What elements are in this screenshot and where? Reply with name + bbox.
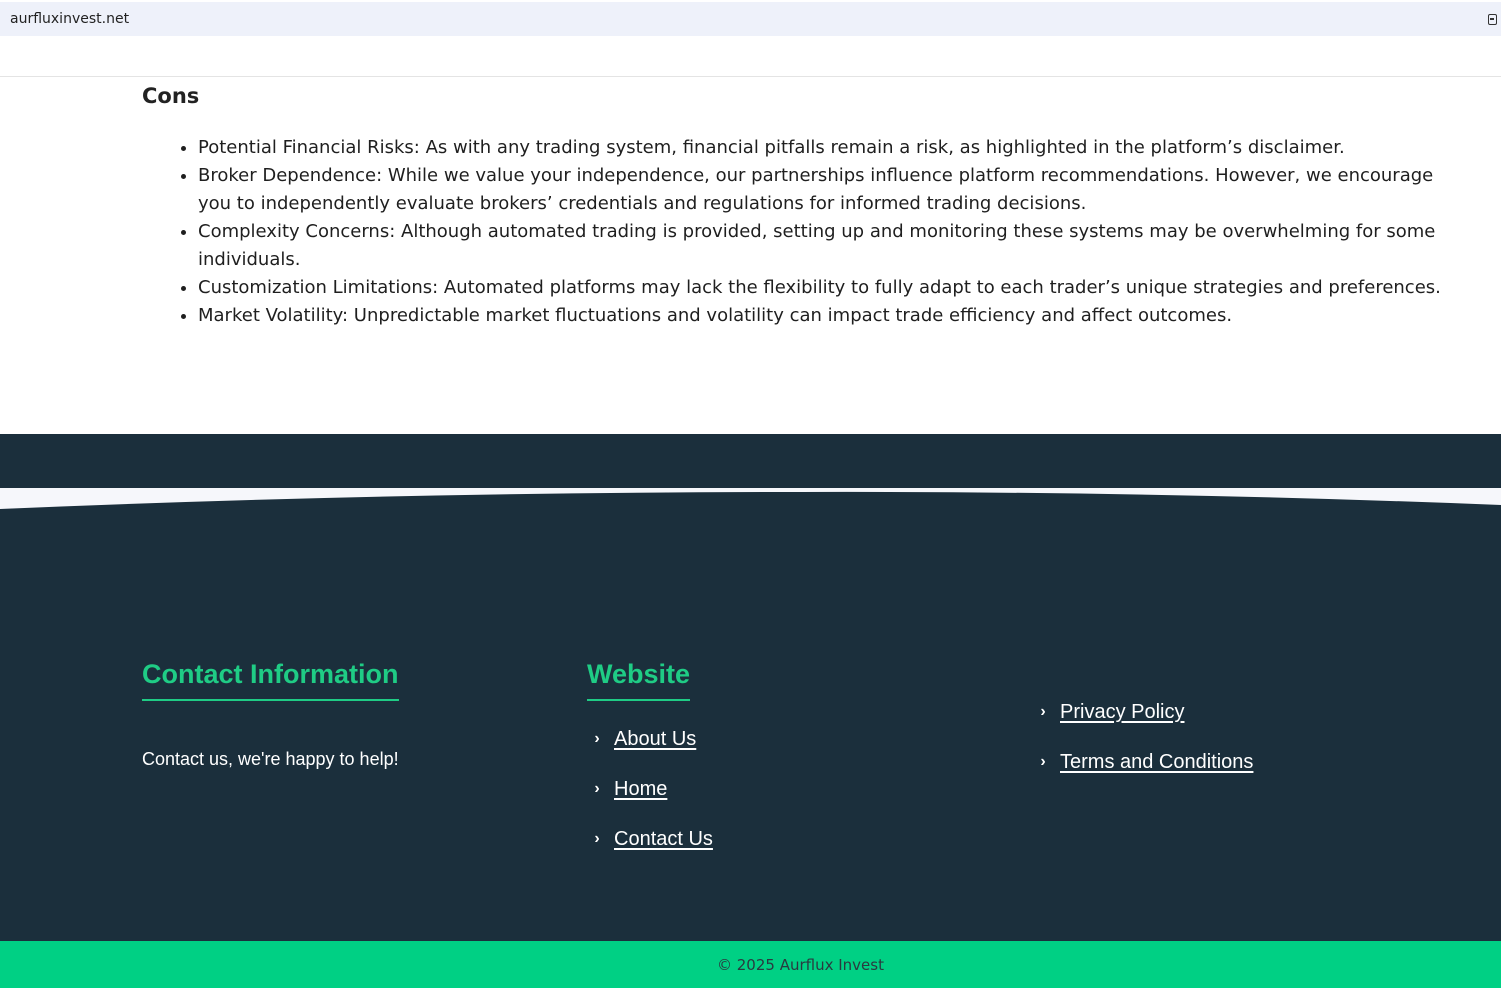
about-us-link[interactable]: About Us <box>614 726 696 752</box>
list-item: Potential Financial Risks: As with any t… <box>198 134 1472 162</box>
cons-list: Potential Financial Risks: As with any t… <box>142 134 1472 330</box>
cons-section: Cons Potential Financial Risks: As with … <box>142 82 1472 330</box>
chevron-right-icon: › <box>1040 703 1046 720</box>
chevron-right-icon: › <box>594 780 600 797</box>
footer-link-privacy-policy[interactable]: › Privacy Policy <box>1036 699 1184 725</box>
copyright-text: © 2025 Aurflux Invest <box>717 955 884 974</box>
url-text: aurfluxinvest.net <box>10 11 130 27</box>
footer-wave-divider <box>0 488 1501 509</box>
header-divider <box>0 76 1501 77</box>
list-item: Market Volatility: Unpredictable market … <box>198 302 1472 330</box>
copyright-bar: © 2025 Aurflux Invest <box>0 941 1501 988</box>
contact-text: Contact us, we're happy to help! <box>142 749 399 769</box>
website-title: Website <box>587 658 691 701</box>
address-bar[interactable]: aurfluxinvest.net <box>0 2 1501 36</box>
contact-us-link[interactable]: Contact Us <box>614 826 713 852</box>
chevron-right-icon: › <box>594 730 600 747</box>
privacy-policy-link[interactable]: Privacy Policy <box>1060 699 1184 725</box>
list-item: Broker Dependence: While we value your i… <box>198 162 1472 218</box>
list-item: Customization Limitations: Automated pla… <box>198 274 1472 302</box>
cons-heading: Cons <box>142 84 200 108</box>
contact-information-title: Contact Information <box>142 658 399 701</box>
copy-icon[interactable] <box>1488 13 1497 25</box>
chevron-right-icon: › <box>594 830 600 847</box>
terms-and-conditions-link[interactable]: Terms and Conditions <box>1060 749 1253 775</box>
page: aurfluxinvest.net Cons Potential Financi… <box>0 0 1501 988</box>
footer-link-home[interactable]: › Home <box>590 776 667 802</box>
footer-link-terms-and-conditions[interactable]: › Terms and Conditions <box>1036 749 1253 775</box>
chevron-right-icon: › <box>1040 753 1046 770</box>
home-link[interactable]: Home <box>614 776 667 802</box>
footer-link-contact-us[interactable]: › Contact Us <box>590 826 713 852</box>
list-item: Complexity Concerns: Although automated … <box>198 218 1472 274</box>
footer-link-about-us[interactable]: › About Us <box>590 726 696 752</box>
